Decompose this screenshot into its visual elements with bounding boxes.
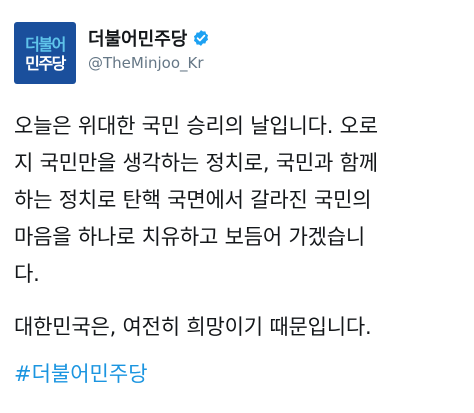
account-names: 더불어민주당 @TheMinjoo_Kr <box>88 25 210 72</box>
verified-badge-icon <box>192 29 210 47</box>
tweet-text-line: 오늘은 위대한 국민 승리의 날입니다. 오로 <box>14 114 378 138</box>
tweet-text-line: 지 국민만을 생각하는 정치로, 국민과 함께 <box>14 151 378 175</box>
tweet-header: 더불어 민주당 더불어민주당 @TheMinjoo_Kr <box>14 22 210 84</box>
account-avatar[interactable]: 더불어 민주당 <box>14 22 76 84</box>
avatar-text-line1: 더불어 <box>25 35 66 54</box>
tweet-card: 더불어 민주당 더불어민주당 @TheMinjoo_Kr 오늘은 위대한 국민 … <box>0 0 474 413</box>
tweet-text: 오늘은 위대한 국민 승리의 날입니다. 오로 지 국민만을 생각하는 정치로,… <box>14 108 466 346</box>
account-handle[interactable]: @TheMinjoo_Kr <box>88 54 210 72</box>
display-name-row: 더불어민주당 <box>88 25 210 51</box>
display-name[interactable]: 더불어민주당 <box>88 25 187 51</box>
tweet-text-line: 대한민국은, 여전히 희망이기 때문입니다. <box>14 315 372 339</box>
tweet-text-line: 마음을 하나로 치유하고 보듬어 가겠습니 <box>14 225 365 249</box>
tweet-text-line: 다. <box>14 262 40 286</box>
hashtag-link[interactable]: #더불어민주당 <box>14 356 148 393</box>
tweet-text-line: 하는 정치로 탄핵 국면에서 갈라진 국민의 <box>14 188 372 212</box>
avatar-text-line2: 민주당 <box>25 54 66 73</box>
